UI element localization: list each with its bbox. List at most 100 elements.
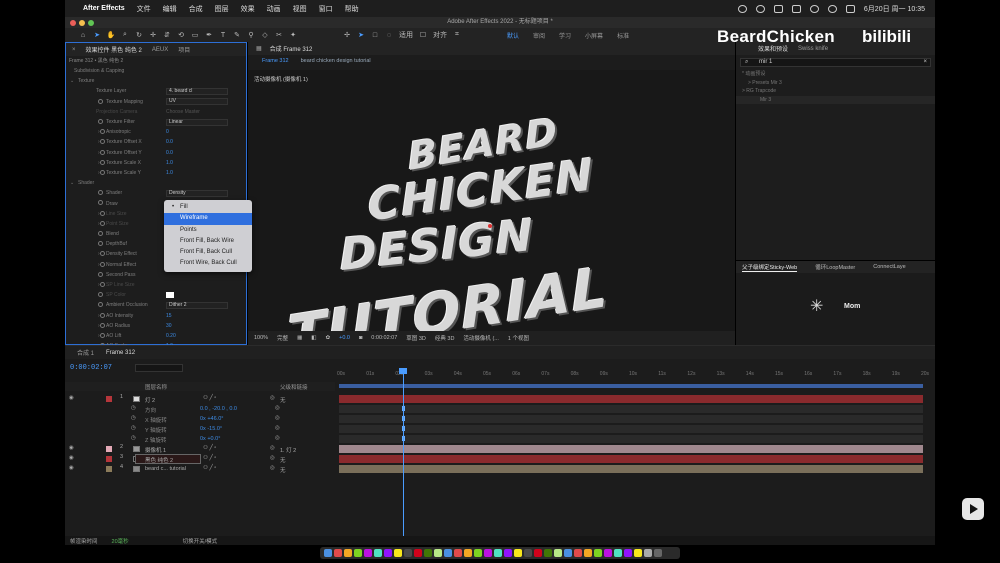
local-axis-icon[interactable]: ➤ (357, 31, 365, 39)
dock-app-icon[interactable] (554, 549, 562, 557)
layer-duration-bar[interactable] (339, 395, 923, 403)
pickwhip-icon[interactable]: ◎ (275, 405, 280, 411)
property-dropdown[interactable]: Dither 2 (166, 301, 228, 309)
dock-app-icon[interactable] (614, 549, 622, 557)
stopwatch-icon[interactable] (98, 292, 103, 298)
effect-property-row[interactable]: Shader Density (66, 188, 246, 198)
stopwatch-icon[interactable] (100, 322, 105, 328)
view-axis-icon[interactable]: ◌ (385, 31, 393, 39)
parent-select[interactable]: 无 (280, 396, 286, 404)
dolly-tool-icon[interactable]: ⇵ (163, 31, 171, 39)
rotate-tool-icon[interactable]: ⟲ (177, 31, 185, 39)
property-row[interactable]: ◷ 方向 0.0 , -20.0 , 0.0 ◎ (65, 404, 335, 414)
dock-app-icon[interactable] (634, 549, 642, 557)
anchor-point[interactable] (488, 224, 492, 228)
roto-tool-icon[interactable]: ✂ (275, 31, 283, 39)
workspace-learn[interactable]: 学习 (559, 31, 571, 40)
search-icon[interactable] (827, 4, 837, 13)
parent-select[interactable]: 1. 灯 2 (280, 446, 296, 454)
dock-app-icon[interactable] (494, 549, 502, 557)
property-value[interactable]: 15 (166, 313, 172, 319)
view3d-select[interactable]: 经典 3D (435, 334, 455, 342)
dock-app-icon[interactable] (594, 549, 602, 557)
property-dropdown[interactable]: UV (166, 98, 228, 106)
eye-icon[interactable]: ◉ (69, 445, 74, 451)
effect-property-row[interactable]: › AO Intensity 15 (66, 311, 246, 321)
stopwatch-icon[interactable]: ◷ (131, 425, 136, 431)
property-value[interactable]: 1.0 (166, 160, 173, 166)
dock-app-icon[interactable] (354, 549, 362, 557)
web-logo-icon[interactable]: ✳ (810, 296, 830, 316)
control-center-icon[interactable] (845, 4, 855, 13)
layer-name[interactable]: 摄像机 1 (145, 446, 166, 454)
views-select[interactable]: 1 个视图 (508, 334, 529, 342)
eraser-tool-icon[interactable]: ◇ (261, 31, 269, 39)
property-value[interactable]: 0 (166, 129, 169, 135)
dock-app-icon[interactable] (644, 549, 652, 557)
snap-options-icon[interactable]: ⌗ (453, 31, 461, 39)
snapshot-icon[interactable]: ◙ (359, 335, 362, 341)
property-track[interactable] (339, 405, 923, 413)
stopwatch-icon[interactable] (100, 210, 105, 216)
eye-icon[interactable]: ◉ (69, 455, 74, 461)
dock-app-icon[interactable] (404, 549, 412, 557)
property-value[interactable]: 1.0 (166, 170, 173, 176)
stopwatch-icon[interactable] (98, 190, 103, 196)
property-track[interactable] (339, 415, 923, 423)
property-value[interactable]: 30 (166, 323, 172, 329)
parent-select[interactable]: 无 (280, 456, 286, 464)
dock-app-icon[interactable] (484, 549, 492, 557)
draw-option-wireframe[interactable]: Wireframe (164, 213, 252, 225)
switch-icons[interactable]: ⚇ ╱ ▫ (203, 445, 216, 451)
effect-property-row[interactable]: › AO Radius 30 (66, 321, 246, 331)
work-area-bar[interactable] (339, 384, 923, 388)
camera-select[interactable]: 活动摄像机 (... (463, 334, 498, 342)
dock-app-icon[interactable] (514, 549, 522, 557)
layer-row[interactable]: ◉ 3 黑色 纯色 2 ⚇ ╱ ▫ ◎ 无 (65, 454, 335, 464)
property-value[interactable]: 0x +0.0° (200, 436, 220, 442)
label-color-chip[interactable] (106, 446, 112, 452)
stopwatch-icon[interactable] (98, 241, 103, 247)
timeline-timecode[interactable]: 0:00:02:07 (70, 364, 112, 372)
stopwatch-icon[interactable] (98, 302, 103, 308)
stopwatch-icon[interactable] (98, 200, 103, 206)
time-ruler[interactable]: 00s 01s 02s 03s 04s 05s 06s 07s 08s 09s 10s 11s 12s 1… (337, 368, 929, 382)
tab-composition[interactable]: 合成 Frame 312 (270, 44, 313, 53)
renderer-select[interactable]: 草图 3D (406, 334, 426, 342)
workspace-standard[interactable]: 标准 (617, 31, 629, 40)
effect-property-row[interactable]: › SP Line Size (66, 280, 246, 290)
timeline-search-input[interactable] (135, 364, 183, 372)
pickwhip-icon[interactable]: ◎ (275, 425, 280, 431)
menu-window[interactable]: 窗口 (319, 4, 333, 14)
dock-app-icon[interactable] (574, 549, 582, 557)
dock-app-icon[interactable] (534, 549, 542, 557)
col-layer-name[interactable]: 图层名称 (145, 383, 167, 391)
layer-duration-bar[interactable] (339, 455, 923, 463)
label-color-chip[interactable] (106, 396, 112, 402)
color-swatch[interactable] (166, 292, 174, 299)
stopwatch-icon[interactable] (100, 220, 105, 226)
layer-duration-bar[interactable] (339, 445, 923, 453)
effect-property-row[interactable]: ⌄ Shader (66, 178, 246, 188)
stopwatch-icon[interactable] (100, 149, 105, 155)
dock-app-icon[interactable] (394, 549, 402, 557)
pickwhip-icon[interactable]: ◎ (275, 435, 280, 441)
property-value[interactable]: 0.0 (166, 150, 173, 156)
stopwatch-icon[interactable] (100, 159, 105, 165)
menu-help[interactable]: 帮助 (345, 4, 359, 14)
draw-option-points[interactable]: Points (164, 225, 252, 236)
pickwhip-icon[interactable]: ◎ (270, 445, 275, 451)
dock-app-icon[interactable] (624, 549, 632, 557)
comp-timecode[interactable]: 0:00:02:07 (371, 335, 397, 341)
menubar-clock[interactable]: 6月20日 周一 10:35 (864, 4, 925, 14)
tab-effect-controls[interactable]: 效果控件 黑色 纯色 2 (86, 45, 142, 54)
property-row[interactable]: ◷ X 轴旋转 0x +46.0° ◎ (65, 414, 335, 424)
exposure-value[interactable]: +0.0 (339, 335, 350, 341)
dock-app-icon[interactable] (584, 549, 592, 557)
pickwhip-icon[interactable]: ◎ (270, 395, 275, 401)
stopwatch-icon[interactable] (100, 129, 105, 135)
property-row[interactable]: ◷ Y 轴旋转 0x -15.0° ◎ (65, 424, 335, 434)
zoom-tool-icon[interactable]: ⌕ (121, 31, 129, 39)
stopwatch-icon[interactable] (100, 251, 105, 257)
brush-tool-icon[interactable]: ✎ (233, 31, 241, 39)
